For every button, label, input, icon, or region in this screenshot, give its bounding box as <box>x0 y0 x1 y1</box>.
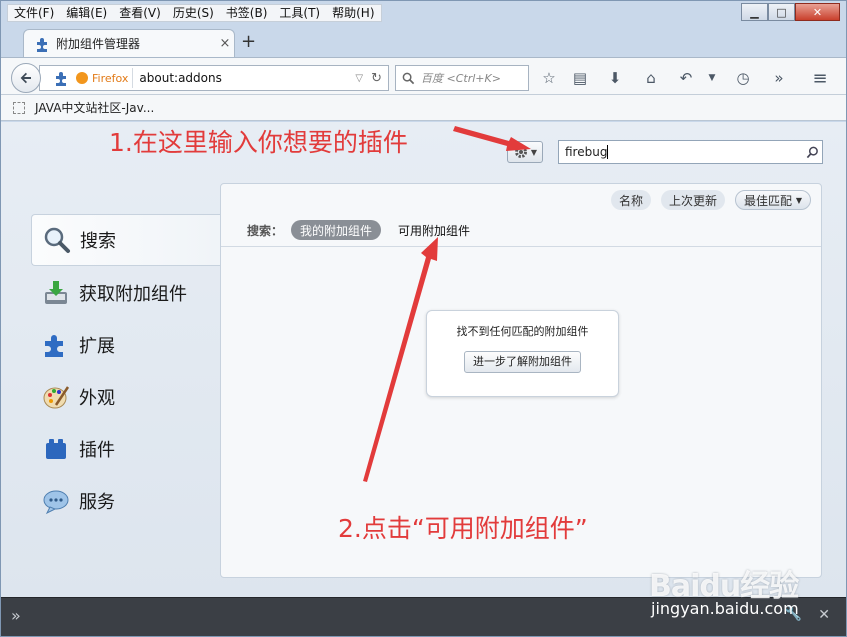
get-addons-icon <box>41 278 71 308</box>
category-label: 扩展 <box>79 336 115 357</box>
overflow-chevron-icon[interactable]: » <box>768 68 790 88</box>
category-extensions[interactable]: 扩展 <box>31 319 221 371</box>
category-get-addons[interactable]: 获取附加组件 <box>31 267 221 319</box>
scope-label: 搜索： <box>247 223 284 238</box>
services-chat-icon <box>41 486 71 516</box>
identity-label: Firefox <box>92 71 129 85</box>
scope-my-addons[interactable]: 我的附加组件 <box>291 220 382 240</box>
tab-title: 附加组件管理器 <box>56 37 141 51</box>
site-identity[interactable]: Firefox <box>72 68 134 88</box>
menu-file[interactable]: 文件(F) <box>8 5 60 21</box>
undo-dropdown-icon[interactable]: ▼ <box>701 68 723 88</box>
menu-view[interactable]: 查看(V) <box>113 5 167 21</box>
extension-puzzle-icon <box>41 330 71 360</box>
hamburger-menu-icon[interactable]: ≡ <box>809 68 831 89</box>
menu-tools[interactable]: 工具(T) <box>273 5 326 21</box>
search-placeholder: 百度 <Ctrl+K> <box>421 72 501 85</box>
home-icon[interactable]: ⌂ <box>640 68 662 88</box>
search-scope: 搜索： 我的附加组件 可用附加组件 <box>247 220 479 240</box>
menu-bar: 文件(F) 编辑(E) 查看(V) 历史(S) 书签(B) 工具(T) 帮助(H… <box>7 4 382 22</box>
search-icon <box>42 225 72 255</box>
bookmark-item[interactable]: JAVA中文站社区-Jav... <box>35 99 154 116</box>
sort-by-name-button[interactable]: 名称 <box>610 190 651 210</box>
close-icon[interactable]: ✕ <box>818 607 830 623</box>
bookmark-page-icon <box>13 101 25 114</box>
bookmarks-bar: JAVA中文站社区-Jav... <box>1 95 846 121</box>
addon-search-input[interactable]: firebug <box>558 140 823 164</box>
bookmark-star-icon[interactable]: ☆ <box>538 68 560 88</box>
browser-window: 文件(F) 编辑(E) 查看(V) 历史(S) 书签(B) 工具(T) 帮助(H… <box>0 0 847 637</box>
search-icon <box>402 72 415 84</box>
nav-bar: Firefox about:addons ▽ ↻ 百度 <Ctrl+K> ☆ ▤… <box>1 57 846 95</box>
annotation-step-1: 1.在这里输入你想要的插件 <box>109 128 408 157</box>
menu-help[interactable]: 帮助(H) <box>326 5 380 21</box>
sort-best-label: 最佳匹配 <box>744 193 793 208</box>
menu-bookmarks[interactable]: 书签(B) <box>220 5 274 21</box>
plugin-lego-icon <box>41 434 71 464</box>
undo-icon[interactable]: ↶ <box>675 68 697 88</box>
baidu-watermark-url: jingyan.baidu.com <box>651 599 799 618</box>
back-button[interactable] <box>11 63 41 93</box>
window-controls: ▁ □ ✕ <box>741 3 840 21</box>
category-label: 插件 <box>79 440 115 461</box>
no-results-text: 找不到任何匹配的附加组件 <box>456 325 589 338</box>
addon-search-value: firebug <box>565 144 608 159</box>
category-label: 搜索 <box>80 231 116 252</box>
tab-addons-manager[interactable]: 附加组件管理器 × <box>23 29 235 57</box>
category-label: 外观 <box>79 388 115 409</box>
menu-history[interactable]: 历史(S) <box>167 5 220 21</box>
gear-icon <box>514 146 527 158</box>
tab-close-icon[interactable]: × <box>216 36 234 51</box>
window-close-button[interactable]: ✕ <box>795 3 840 21</box>
category-search[interactable]: 搜索 <box>31 214 221 266</box>
maximize-button[interactable]: □ <box>768 3 795 21</box>
puzzle-icon <box>37 37 47 52</box>
no-results-message: 找不到任何匹配的附加组件 进一步了解附加组件 <box>426 310 619 397</box>
appearance-palette-icon <box>41 382 71 412</box>
firefox-icon <box>76 72 88 84</box>
chevron-down-icon: ▼ <box>530 147 538 157</box>
overflow-chevron-icon[interactable]: » <box>11 606 21 625</box>
history-dropdown-icon[interactable]: ▽ <box>355 73 363 84</box>
history-clock-icon[interactable]: ◷ <box>732 68 754 88</box>
tab-strip: 附加组件管理器 × + <box>1 25 846 57</box>
category-appearance[interactable]: 外观 <box>31 371 221 423</box>
sort-best-match-button[interactable]: 最佳匹配 ▼ <box>735 190 811 210</box>
tools-gear-button[interactable]: ▼ <box>507 141 543 163</box>
category-label: 服务 <box>79 492 115 513</box>
web-search-input[interactable]: 百度 <Ctrl+K> <box>395 65 529 91</box>
annotation-step-2: 2.点击“可用附加组件” <box>338 514 588 543</box>
divider <box>221 246 821 247</box>
url-bar[interactable]: Firefox about:addons ▽ ↻ <box>39 65 389 91</box>
search-icon[interactable] <box>802 146 822 159</box>
menu-edit[interactable]: 编辑(E) <box>60 5 113 21</box>
back-arrow-icon <box>20 72 31 84</box>
minimize-button[interactable]: ▁ <box>741 3 768 21</box>
sort-by-updated-button[interactable]: 上次更新 <box>660 190 725 210</box>
puzzle-icon <box>50 67 72 89</box>
reload-icon[interactable]: ↻ <box>371 71 382 86</box>
category-services[interactable]: 服务 <box>31 475 221 527</box>
learn-more-button[interactable]: 进一步了解附加组件 <box>464 351 581 373</box>
category-label: 获取附加组件 <box>79 284 187 305</box>
new-tab-button[interactable]: + <box>241 31 256 52</box>
bookmarks-menu-icon[interactable]: ▤ <box>569 68 591 88</box>
sort-bar: 名称 上次更新 最佳匹配 ▼ <box>610 190 811 210</box>
category-plugins[interactable]: 插件 <box>31 423 221 475</box>
chevron-down-icon: ▼ <box>795 195 802 205</box>
downloads-icon[interactable]: ⬇ <box>604 68 626 88</box>
url-text[interactable]: about:addons <box>133 71 355 85</box>
scope-available-addons[interactable]: 可用附加组件 <box>389 220 479 240</box>
text-cursor <box>607 145 609 160</box>
